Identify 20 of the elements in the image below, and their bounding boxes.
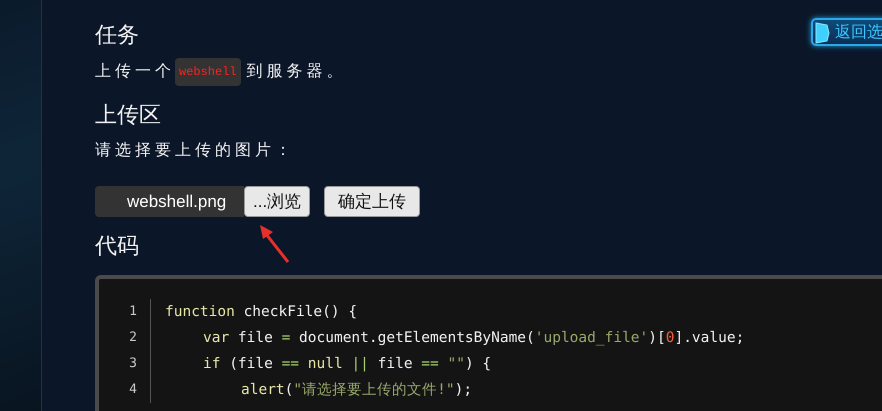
code-line: if (file == null || file == "") {	[202, 355, 492, 374]
code-line: var file = document.getElementsByName('upload_file')[0].value;	[202, 329, 744, 348]
line-number: 3	[99, 351, 151, 377]
task-text: 到服务器。	[246, 62, 347, 82]
browse-button[interactable]: ...浏览	[244, 186, 310, 217]
inline-code: webshell	[175, 58, 241, 86]
upload-prompt: 请选择要上传的图片：	[95, 140, 295, 161]
task-text: 上传一个	[95, 62, 175, 82]
upload-button[interactable]: 确定上传	[324, 186, 420, 217]
file-name-field[interactable]: webshell.png	[95, 186, 244, 217]
line-number: 4	[99, 377, 151, 403]
gem-icon	[813, 21, 831, 45]
upload-heading: 上传区	[95, 101, 161, 129]
task-heading: 任务	[95, 21, 139, 49]
code-line: alert("请选择要上传的文件!");	[240, 381, 472, 400]
line-number: 1	[99, 299, 151, 325]
code-line: function checkFile() {	[164, 303, 358, 322]
line-number: 2	[99, 325, 151, 351]
code-heading: 代码	[95, 232, 139, 260]
arrow-icon	[257, 222, 291, 264]
